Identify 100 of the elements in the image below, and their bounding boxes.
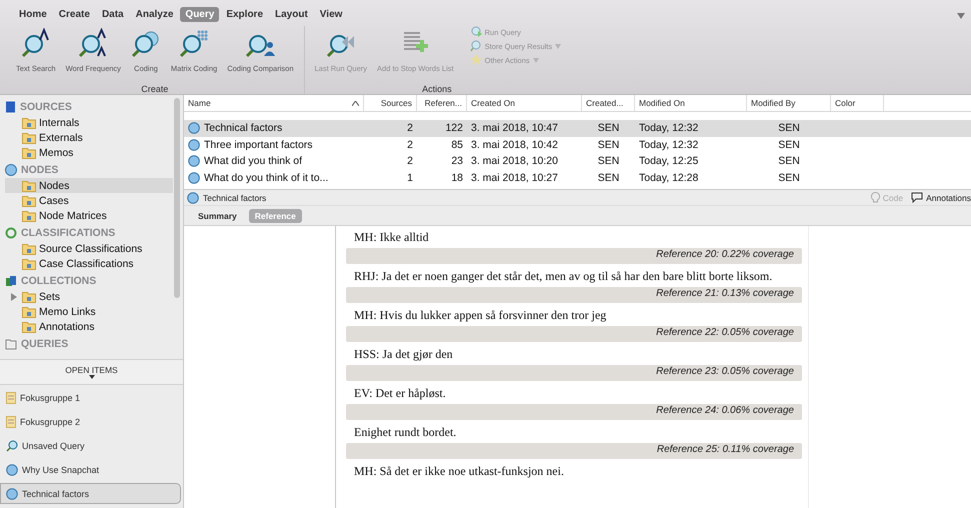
table-cell-text: SEN — [777, 122, 801, 134]
open-item[interactable]: Why Use Snapchat — [0, 459, 181, 480]
folder-icon — [22, 258, 36, 270]
tree-item[interactable]: Nodes — [5, 178, 173, 193]
open-item[interactable]: Unsaved Query — [0, 435, 181, 456]
sphere-icon — [188, 155, 200, 168]
table-cell-text: 122 — [444, 122, 464, 134]
transcript-line: RHJ: Ja det er noen ganger det står det, men av og til så har den bare blitt borte liksom. — [353, 268, 774, 285]
sphere-icon — [188, 138, 200, 151]
tree-item[interactable]: Sets — [5, 289, 173, 304]
reference-header: Reference 21: 0.13% coverage — [346, 287, 802, 303]
cycle-icon — [5, 227, 17, 239]
annotations-button[interactable]: Annotations — [911, 192, 971, 203]
column-header[interactable]: Created On — [467, 95, 582, 111]
magnifier-icon — [6, 440, 18, 452]
table-cell-text: 2 — [406, 155, 414, 168]
column-header[interactable]: Name — [184, 95, 364, 111]
sphere-icon — [188, 172, 200, 184]
caret-icon — [88, 375, 94, 379]
column-header[interactable]: Modified By — [747, 95, 831, 111]
document-icon — [6, 416, 16, 428]
table-cell-text: 3. mai 2018, 10:27 — [470, 172, 559, 184]
table-cell: Three important factors — [184, 138, 364, 151]
folder-icon — [22, 290, 36, 302]
table-cell-text: 2 — [406, 122, 414, 134]
table-row[interactable]: Technical factors 2 122 3. mai 2018, 10:47 SEN Today, 12:32 SEN — [184, 120, 971, 136]
folder-icon — [22, 116, 36, 128]
sort-caret-icon — [352, 100, 359, 106]
transcript-line: Enighet rundt bordet. — [353, 424, 458, 441]
table-cell-text: 23 — [450, 155, 464, 168]
book-icon — [5, 101, 16, 113]
transcript-line: HSS: Ja det gjør den — [353, 346, 454, 363]
reference-header: Reference 24: 0.06% coverage — [346, 404, 802, 420]
folder-icon — [22, 242, 36, 254]
table-cell-text: 85 — [450, 138, 464, 151]
table-cell-text: 2 — [406, 138, 414, 151]
sphere-icon — [188, 122, 200, 134]
menu-tab[interactable]: Analyze — [130, 7, 178, 22]
tree-item[interactable]: Memo Links — [5, 304, 173, 319]
table-cell-text: 1 — [406, 172, 414, 184]
lightbulb-icon — [870, 192, 880, 204]
table-cell-text: 3. mai 2018, 10:20 — [470, 155, 559, 168]
detail-tab[interactable]: Summary — [192, 208, 243, 222]
menu-tab[interactable]: Create — [54, 7, 95, 22]
column-header[interactable]: Created... — [582, 95, 635, 111]
tree-item[interactable]: Internals — [5, 115, 173, 130]
folder-icon — [22, 320, 36, 332]
group-title: Actions — [422, 84, 452, 94]
folder-icon — [22, 194, 36, 206]
magnifier-play-icon — [470, 26, 482, 38]
document-icon — [6, 392, 16, 404]
table-cell-text: SEN — [777, 155, 801, 168]
scrollbar-thumb[interactable] — [174, 98, 180, 298]
open-item[interactable]: Fokusgruppe 2 — [0, 411, 181, 432]
disclosure-triangle-icon[interactable] — [10, 292, 19, 300]
reference-header: Reference 25: 0.11% coverage — [346, 443, 802, 459]
tree-item[interactable]: Cases — [5, 193, 173, 208]
caret-icon[interactable] — [957, 13, 965, 19]
reference-header: Reference 23: 0.05% coverage — [346, 365, 802, 381]
table-cell-text: SEN — [596, 155, 620, 168]
folder-icon — [22, 180, 36, 192]
column-header[interactable]: Modified On — [635, 95, 747, 111]
table-cell-text: SEN — [596, 172, 620, 184]
menu-tab[interactable]: Home — [14, 7, 52, 22]
menu-tab[interactable]: Layout — [270, 7, 313, 22]
folder-icon — [22, 306, 36, 318]
column-header[interactable]: Sources — [364, 95, 417, 111]
column-header[interactable]: Referen... — [417, 95, 467, 111]
open-item[interactable]: Technical factors — [0, 483, 181, 504]
stacked-books-icon — [5, 275, 17, 287]
detail-title: Technical factors — [203, 192, 268, 202]
transcript-line: EV: Det er håpløst. — [353, 385, 447, 402]
table-cell: What do you think of it to... — [184, 172, 364, 184]
table-cell-text: 3. mai 2018, 10:47 — [470, 122, 559, 134]
transcript-line: MH: Ikke alltid — [353, 229, 430, 246]
tree-item[interactable]: Annotations — [5, 319, 173, 334]
folder-icon — [22, 210, 36, 222]
speech-bubble-icon — [911, 192, 924, 203]
table-row[interactable]: What did you think of 2 23 3. mai 2018, 10:20 SEN Today, 12:25 SEN — [184, 153, 971, 170]
table-cell-text: Today, 12:25 — [638, 155, 700, 168]
sphere-icon — [6, 488, 18, 500]
magnifier-grid-icon — [179, 28, 210, 58]
table-row[interactable]: Three important factors 2 85 3. mai 2018, 10:42 SEN Today, 12:32 SEN — [184, 136, 971, 153]
column-header[interactable]: Color — [831, 95, 884, 111]
tree-item[interactable]: Memos — [5, 145, 173, 160]
tree-item[interactable]: Source Classifications — [5, 241, 173, 256]
tree-item[interactable]: Node Matrices — [5, 208, 173, 223]
menu-tab[interactable]: Explore — [221, 7, 268, 22]
table-row[interactable]: What do you think of it to... 1 18 3. mai 2018, 10:27 SEN Today, 12:28 SEN — [184, 170, 971, 186]
open-items-header[interactable]: OPEN ITEMS — [0, 359, 183, 385]
menu-tab[interactable]: View — [314, 7, 348, 22]
table-cell-text: SEN — [777, 172, 801, 184]
table-cell: What did you think of — [184, 155, 364, 168]
menu-tab[interactable]: Data — [96, 7, 129, 22]
star-icon — [470, 54, 482, 66]
open-item[interactable]: Fokusgruppe 1 — [0, 387, 181, 408]
sphere-icon — [5, 164, 17, 176]
table-cell-text: SEN — [777, 138, 801, 151]
tree-item[interactable]: Externals — [5, 130, 173, 145]
tree-item[interactable]: Case Classifications — [5, 256, 173, 271]
